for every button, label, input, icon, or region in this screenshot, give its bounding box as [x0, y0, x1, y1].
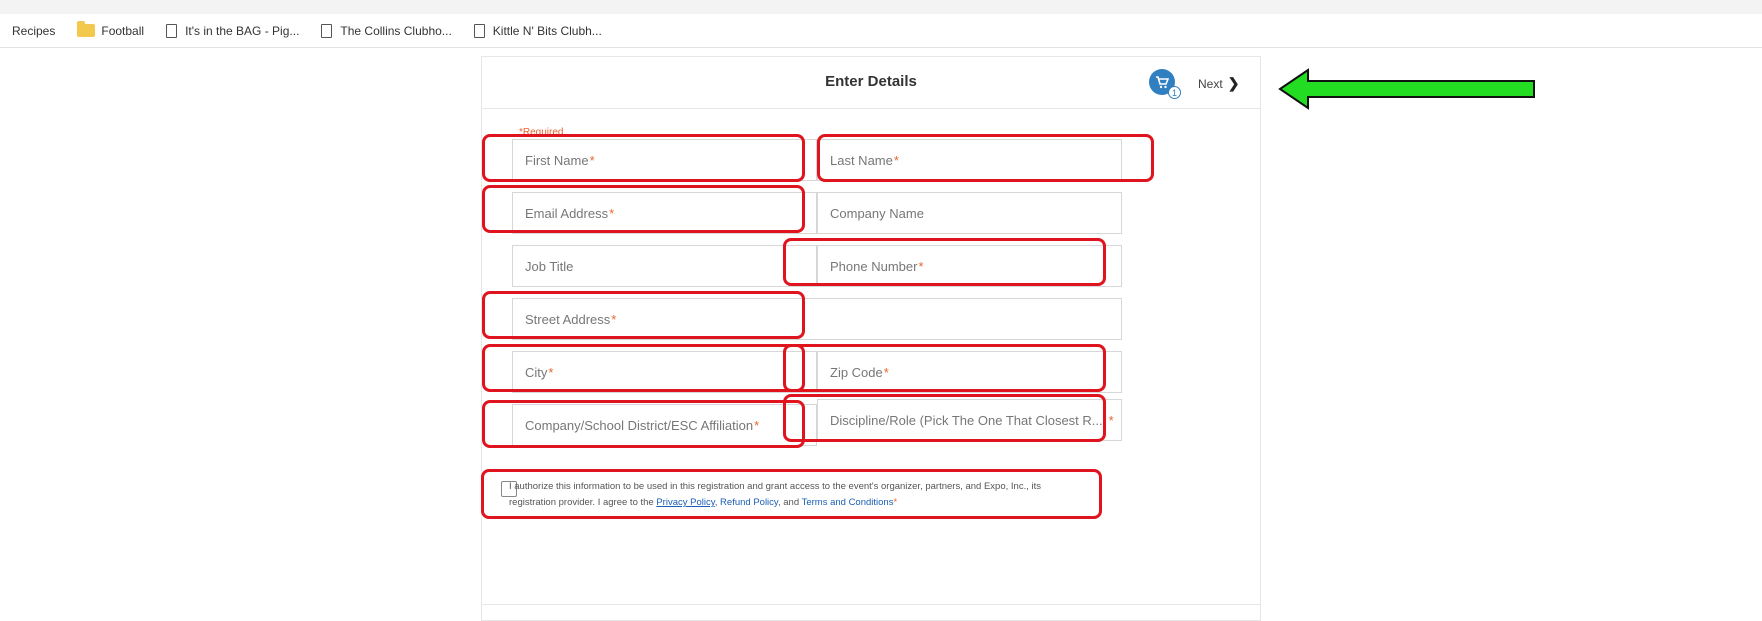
- registration-panel: Enter Details 1 Next ❯ *Required First N…: [481, 56, 1261, 621]
- highlight-zip: [783, 344, 1106, 392]
- job-title-placeholder: Job Title: [525, 258, 574, 274]
- next-button[interactable]: Next ❯: [1198, 75, 1239, 92]
- bookmark-label: It's in the BAG - Pig...: [185, 23, 300, 38]
- browser-toolbar-strip: [0, 0, 1762, 14]
- highlight-phone: [783, 238, 1106, 286]
- bookmark-its-in-the-bag[interactable]: It's in the BAG - Pig...: [166, 23, 300, 38]
- company-name-field[interactable]: Company Name: [817, 192, 1122, 234]
- cart-icon[interactable]: 1: [1149, 69, 1181, 99]
- bookmark-football[interactable]: Football: [77, 21, 145, 38]
- green-arrow-annotation: [1278, 68, 1535, 110]
- highlight-affiliation: [482, 400, 805, 448]
- panel-header: Enter Details 1 Next ❯: [482, 57, 1260, 109]
- bookmark-label: Football: [101, 23, 145, 38]
- job-title-field[interactable]: Job Title: [512, 245, 817, 287]
- page-icon: [473, 23, 485, 38]
- bookmarks-bar: Recipes Football It's in the BAG - Pig..…: [0, 14, 1762, 48]
- highlight-email: [482, 185, 805, 233]
- highlight-street: [482, 291, 805, 339]
- highlight-discipline: [783, 394, 1106, 442]
- highlight-consent: [481, 469, 1102, 519]
- panel-divider: [482, 604, 1260, 605]
- page-icon: [321, 23, 333, 38]
- company-name-placeholder: Company Name: [830, 205, 924, 221]
- page-title: Enter Details: [825, 73, 917, 90]
- page-icon: [166, 23, 178, 38]
- bookmark-kittle-n-bits[interactable]: Kittle N' Bits Clubh...: [473, 23, 602, 38]
- bookmark-label: Kittle N' Bits Clubh...: [492, 23, 602, 38]
- bookmark-label: The Collins Clubho...: [340, 23, 452, 38]
- highlight-last-name: [817, 134, 1154, 182]
- chevron-right-icon: ❯: [1227, 75, 1240, 91]
- highlight-first-name: [482, 134, 805, 182]
- bookmark-label: Recipes: [12, 23, 56, 38]
- bookmark-recipes[interactable]: Recipes: [12, 24, 55, 38]
- next-label: Next: [1198, 76, 1223, 91]
- required-star: *: [1108, 412, 1114, 428]
- cart-glyph-icon: [1156, 75, 1169, 88]
- folder-icon: [77, 21, 96, 37]
- cart-count-badge: 1: [1168, 86, 1181, 99]
- highlight-city: [482, 344, 805, 392]
- bookmark-collins-clubhouse[interactable]: The Collins Clubho...: [321, 23, 452, 38]
